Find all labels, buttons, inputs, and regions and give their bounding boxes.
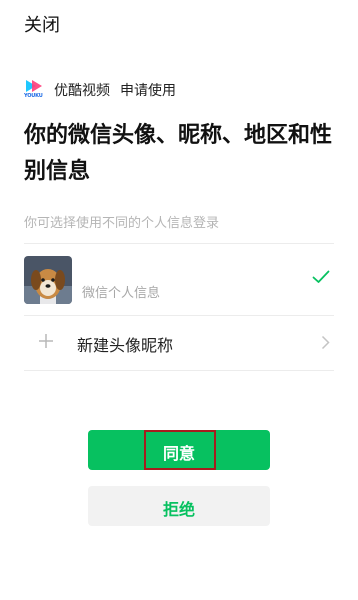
wechat-profile-option[interactable]: 微信个人信息: [24, 246, 334, 314]
avatar: [24, 256, 72, 304]
divider: [24, 243, 334, 244]
agree-button[interactable]: 同意: [88, 430, 270, 470]
youku-logo-icon: YOUKU: [24, 79, 44, 101]
check-icon: [312, 270, 330, 283]
plus-icon: [39, 334, 53, 348]
agree-label: 同意: [162, 444, 195, 463]
logo-text: YOUKU: [24, 93, 43, 99]
divider: [24, 370, 334, 371]
app-info: YOUKU 优酷视频 申请使用: [24, 78, 176, 102]
new-profile-option[interactable]: 新建头像昵称: [24, 316, 334, 370]
new-profile-label: 新建头像昵称: [77, 336, 174, 355]
wechat-profile-label: 微信个人信息: [82, 286, 161, 301]
app-request-text: 申请使用: [120, 83, 176, 99]
reject-label: 拒绝: [162, 500, 195, 519]
reject-button[interactable]: 拒绝: [88, 486, 270, 526]
chevron-right-icon: [321, 335, 330, 350]
page-title: 你的微信头像、昵称、地区和性别信息: [24, 123, 333, 184]
subtitle: 你可选择使用不同的个人信息登录: [24, 216, 220, 231]
app-name: 优酷视频: [54, 83, 110, 99]
close-button[interactable]: 关闭: [24, 14, 60, 38]
